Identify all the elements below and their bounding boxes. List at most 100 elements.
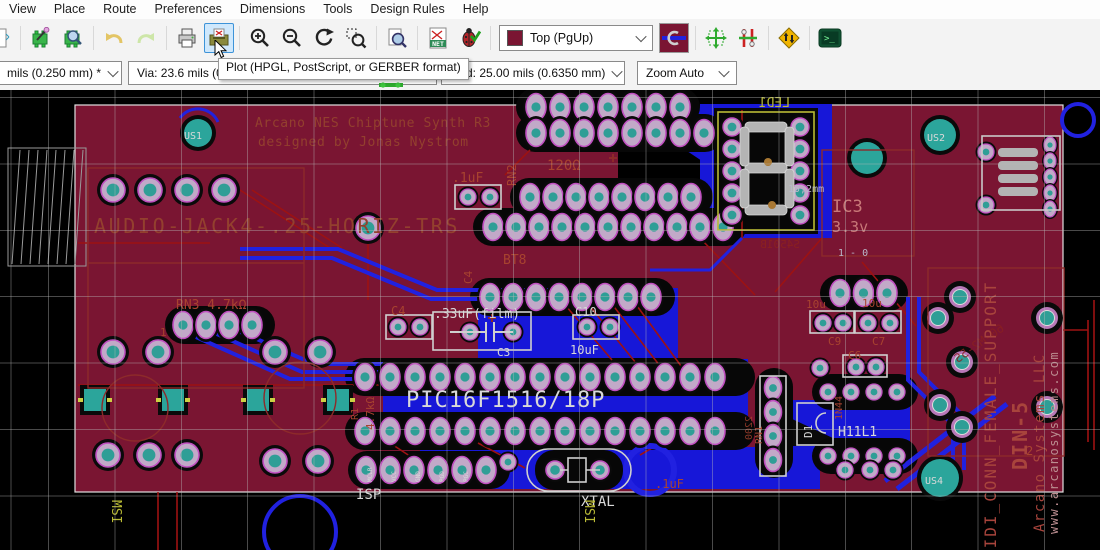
menu-place[interactable]: Place	[45, 0, 94, 19]
board-title-line2: designed by Jonas Nystrom	[258, 135, 469, 150]
isp-pin-2: GND	[415, 471, 422, 482]
ic3-label: IC3	[832, 197, 863, 217]
menu-bar: View Place Route Preferences Dimensions …	[0, 0, 1100, 19]
chevron-down-icon	[718, 66, 729, 77]
toolbar-separator	[768, 26, 769, 50]
undo-icon[interactable]	[99, 23, 129, 53]
d1-label: D1	[802, 425, 815, 438]
page-settings-icon[interactable]	[0, 23, 15, 53]
print-icon[interactable]	[172, 23, 202, 53]
r47k-label: 4.7kΩ	[364, 397, 377, 430]
isp-label: ISP	[356, 487, 381, 503]
console-prompt-glyph: >_	[824, 34, 835, 44]
via-display-toggle[interactable]	[659, 23, 689, 53]
toolbar-separator	[695, 26, 696, 50]
toolbar-separator	[376, 26, 377, 50]
c4-label: C4	[391, 304, 405, 318]
toolbar-separator	[166, 26, 167, 50]
toolbar-separator	[490, 26, 491, 50]
main-toolbar: NET Top (PgUp) >_	[0, 19, 1100, 58]
menu-view[interactable]: View	[0, 0, 45, 19]
mirrored-2200: 2200	[744, 416, 755, 440]
grid-value: Grid: 25.00 mils (0.6350 mm)	[450, 66, 605, 80]
mouse-cursor	[214, 40, 228, 59]
film-cap-label: .33uF(film)	[434, 307, 520, 322]
menu-preferences[interactable]: Preferences	[146, 0, 231, 19]
audio-jack-label: AUDIO-JACK4-.25-HORIZ-TRS	[94, 214, 460, 238]
diode-value: 1N44	[834, 396, 845, 420]
zoom-to-selection-icon[interactable]	[341, 23, 371, 53]
us2-label: US2	[927, 133, 945, 144]
c7-value: 10u	[862, 297, 882, 310]
pcb-drawing: Arcano NES Chiptune Synth R3 designed by…	[0, 90, 1100, 550]
chevron-down-icon	[612, 66, 623, 77]
toolbar-separator	[20, 26, 21, 50]
edge-label-mid: MSI	[581, 500, 596, 523]
zoom-out-icon[interactable]	[277, 23, 307, 53]
menu-tools[interactable]: Tools	[314, 0, 361, 19]
menu-design-rules[interactable]: Design Rules	[361, 0, 453, 19]
zoom-in-icon[interactable]	[245, 23, 275, 53]
drc-icon[interactable]	[455, 23, 485, 53]
netlist-icon[interactable]: NET	[423, 23, 453, 53]
footprint-viewer-icon[interactable]	[58, 23, 88, 53]
layer-selector-value: Top (PgUp)	[530, 31, 593, 45]
layer-selector[interactable]: Top (PgUp)	[499, 25, 653, 51]
din5-label: DIN-5	[1008, 400, 1032, 470]
track-mode-icon[interactable]	[733, 23, 763, 53]
zoom-value: Zoom Auto	[646, 66, 704, 80]
ic3-value: 3.3v	[832, 218, 868, 236]
c7-label: C7	[872, 335, 885, 348]
toolbar-separator	[239, 26, 240, 50]
layer-color-swatch	[507, 30, 523, 46]
menu-dimensions[interactable]: Dimensions	[231, 0, 314, 19]
chevron-down-icon	[107, 66, 118, 77]
pcb-canvas[interactable]: Arcano NES Chiptune Synth R3 designed by…	[0, 90, 1100, 550]
c9-value: 10u	[806, 298, 826, 311]
net-icon-label: NET	[432, 40, 444, 48]
toolbar-separator	[809, 26, 810, 50]
isp-pin-1: VCC	[391, 471, 398, 482]
c10-label: C10	[575, 305, 597, 319]
chevron-down-icon	[635, 31, 646, 42]
isp-pin-0: MCLR	[367, 467, 374, 482]
find-icon[interactable]	[382, 23, 412, 53]
led1-label-mirrored: LED1	[759, 96, 790, 111]
mirrored-part-number: S4501B	[760, 238, 800, 251]
footprint-mode-icon[interactable]	[701, 23, 731, 53]
redo-icon[interactable]	[131, 23, 161, 53]
c10-value: 10uF	[570, 343, 599, 357]
rn1-label: RN1	[754, 426, 765, 444]
zoom-select[interactable]: Zoom Auto	[637, 61, 737, 85]
toolbar-separator	[93, 26, 94, 50]
c4-vertical-label: C4	[462, 270, 475, 284]
website-label: www.arcanosystems.com	[1047, 351, 1061, 534]
isp-pin-3: PGD	[439, 471, 446, 482]
edge-label-left: MSI	[108, 500, 123, 523]
c9-label: C9	[828, 335, 841, 348]
rn3-label: RN3 4.7kΩ	[176, 298, 247, 313]
us1-label: US1	[184, 131, 202, 142]
r120-label: 120Ω	[547, 158, 581, 174]
bt8-label: BT8	[503, 253, 526, 268]
rn2-label: RN2	[505, 164, 519, 186]
toolbar-separator	[417, 26, 418, 50]
plot-tooltip: Plot (HPGL, PostScript, or GERBER format…	[218, 58, 469, 80]
optocoupler-label: H11L1	[838, 425, 877, 440]
track-width-select[interactable]: mils (0.250 mm) *	[0, 61, 122, 85]
hatched-footprint	[8, 148, 86, 266]
track-width-value: mils (0.250 mm) *	[7, 66, 101, 80]
cap-label-1: .1uF	[452, 171, 483, 186]
menu-help[interactable]: Help	[454, 0, 498, 19]
autoroute-icon[interactable]	[774, 23, 804, 53]
redraw-icon[interactable]	[309, 23, 339, 53]
pin2-label: 2	[1026, 444, 1033, 458]
dimension-label: 15,2mm	[788, 184, 824, 195]
partial-footprint-icon	[377, 80, 407, 90]
us4-label: US4	[925, 476, 943, 487]
footprint-editor-icon[interactable]	[26, 23, 56, 53]
menu-route[interactable]: Route	[94, 0, 145, 19]
scripting-console-icon[interactable]: >_	[815, 23, 845, 53]
company-label: Arcano Systems LLC	[1032, 353, 1048, 532]
r1-label: R1	[350, 408, 361, 420]
